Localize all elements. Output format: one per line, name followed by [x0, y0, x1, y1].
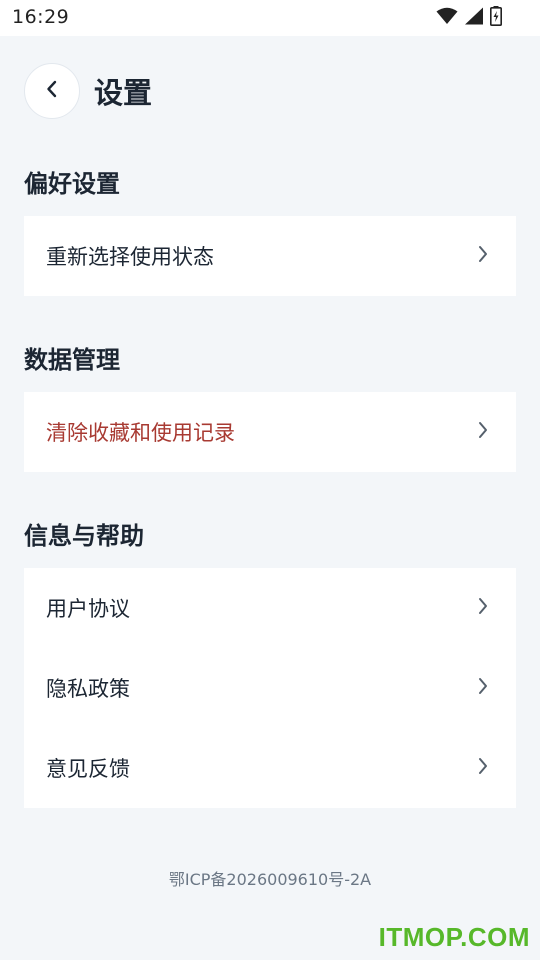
- list-item-reselect-status[interactable]: 重新选择使用状态: [24, 216, 516, 296]
- back-button[interactable]: [24, 63, 80, 119]
- list-item-user-agreement[interactable]: 用户协议: [24, 568, 516, 648]
- status-bar: 16:29: [0, 0, 540, 36]
- page-title: 设置: [94, 76, 153, 110]
- icp-record-text: 鄂ICP备2026009610号-2A: [168, 870, 372, 889]
- watermark-logo: ITMOP.COM: [378, 922, 530, 952]
- chevron-right-icon: [478, 597, 488, 619]
- wifi-icon: [436, 7, 458, 29]
- signal-icon: [464, 7, 484, 29]
- status-time: 16:29: [12, 6, 70, 28]
- section-title-info-help: 信息与帮助: [24, 522, 144, 550]
- list-item-label: 重新选择使用状态: [46, 245, 214, 269]
- list-item-privacy-policy[interactable]: 隐私政策: [24, 648, 516, 728]
- card-data-management: 清除收藏和使用记录: [24, 392, 516, 472]
- list-item-label: 意见反馈: [46, 757, 130, 781]
- card-info-help: 用户协议 隐私政策 意见反馈: [24, 568, 516, 808]
- section-title-preferences: 偏好设置: [24, 170, 120, 198]
- chevron-right-icon: [478, 677, 488, 699]
- card-preferences: 重新选择使用状态: [24, 216, 516, 296]
- chevron-left-icon: [45, 79, 59, 103]
- list-item-label: 隐私政策: [46, 677, 130, 701]
- chevron-right-icon: [478, 245, 488, 267]
- list-item-feedback[interactable]: 意见反馈: [24, 728, 516, 808]
- status-icons: [436, 6, 502, 30]
- list-item-clear-history[interactable]: 清除收藏和使用记录: [24, 392, 516, 472]
- list-item-label: 清除收藏和使用记录: [46, 421, 235, 445]
- section-title-data-management: 数据管理: [24, 346, 120, 374]
- chevron-right-icon: [478, 757, 488, 779]
- list-item-label: 用户协议: [46, 597, 130, 621]
- battery-charging-icon: [490, 6, 502, 30]
- page-header: 设置: [24, 63, 152, 119]
- chevron-right-icon: [478, 421, 488, 443]
